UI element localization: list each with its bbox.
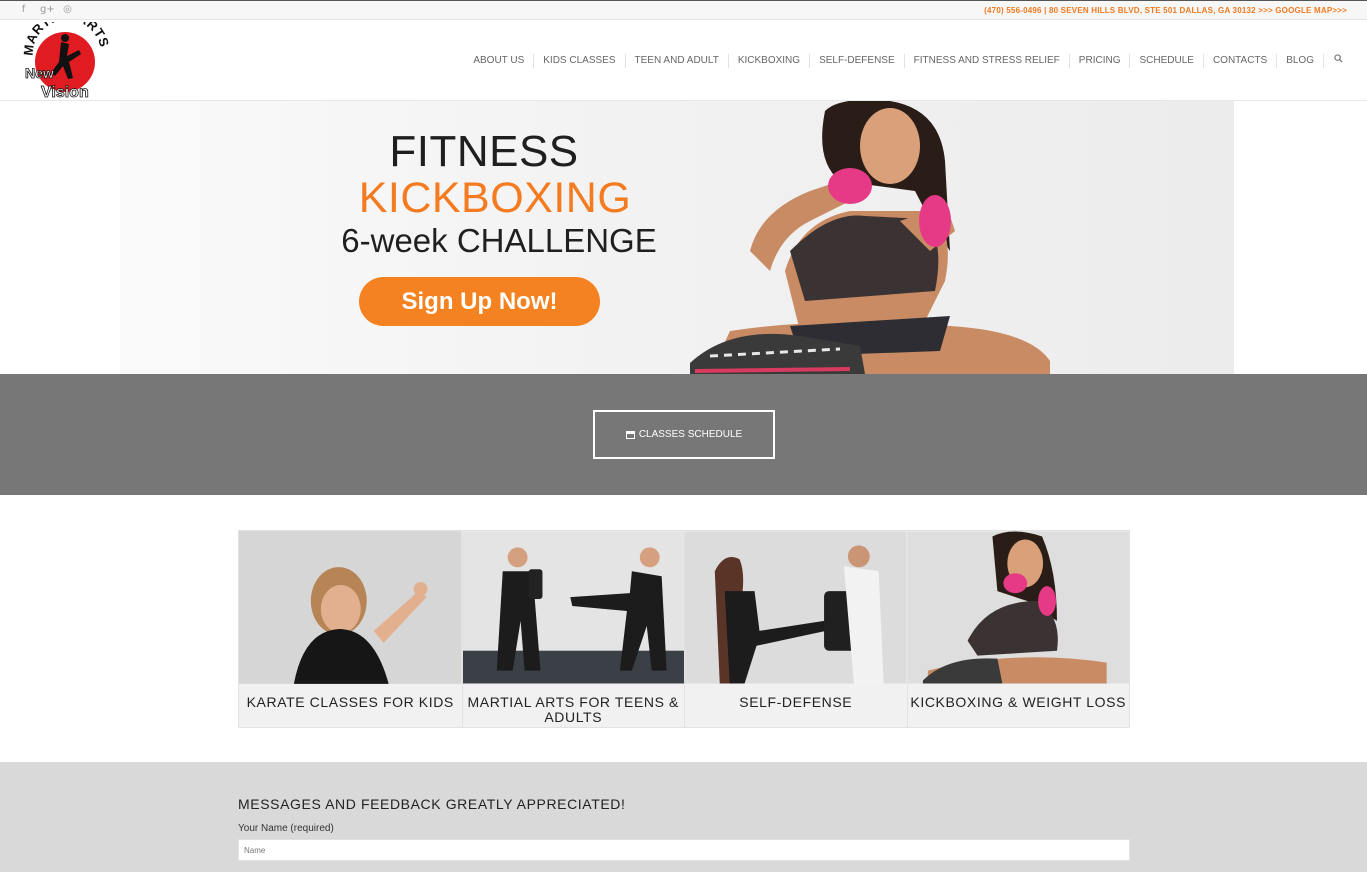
facebook-icon[interactable]: f	[18, 4, 29, 16]
sign-up-button[interactable]: Sign Up Now!	[359, 277, 600, 326]
card-teens-adults[interactable]: MARTIAL ARTS FOR TEENS & ADULTS	[461, 531, 684, 727]
nav-pricing[interactable]: PRICING	[1068, 54, 1130, 68]
nav-contacts[interactable]: CONTACTS	[1202, 54, 1276, 68]
hero-title-fitness: FITNESS	[389, 127, 579, 176]
nav-blog[interactable]: BLOG	[1276, 54, 1323, 68]
calendar-icon	[625, 430, 635, 439]
nav-about-us[interactable]: ABOUT US	[464, 54, 533, 68]
site-logo[interactable]: MARTIAL ARTS New Vision	[23, 22, 111, 100]
feedback-section: MESSAGES AND FEEDBACK GREATLY APPRECIATE…	[0, 762, 1367, 872]
nav-teen-and-adult[interactable]: TEEN AND ADULT	[624, 54, 728, 68]
kids-karate-photo	[239, 531, 462, 684]
card-title-teens-adults: MARTIAL ARTS FOR TEENS & ADULTS	[467, 694, 679, 725]
instagram-icon[interactable]: ◎	[62, 4, 73, 16]
search-icon[interactable]	[1323, 54, 1343, 68]
nav-kickboxing[interactable]: KICKBOXING	[727, 54, 809, 68]
nav-schedule[interactable]: SCHEDULE	[1129, 54, 1202, 68]
logo-word-vision: Vision	[41, 84, 89, 100]
card-kids-karate[interactable]: KARATE CLASSES FOR KIDS	[239, 531, 462, 727]
hero-banner[interactable]: FITNESS KICKBOXING 6-week CHALLENGE Sign…	[0, 101, 1367, 374]
card-title-self-defense: SELF-DEFENSE	[739, 694, 853, 710]
contact-info-link[interactable]: (470) 556-0496 | 80 SEVEN HILLS BLVD, ST…	[984, 6, 1347, 15]
site-header: MARTIAL ARTS New Vision ABOUT US KIDS CL…	[0, 20, 1367, 101]
hero-title-challenge: 6-week CHALLENGE	[341, 222, 657, 259]
kickboxing-photo	[907, 531, 1129, 684]
name-label: Your Name (required)	[238, 823, 334, 834]
google-plus-icon[interactable]: g+	[40, 4, 55, 16]
classes-schedule-button[interactable]: CLASSES SCHEDULE	[593, 410, 775, 459]
feedback-title: MESSAGES AND FEEDBACK GREATLY APPRECIATE…	[238, 796, 626, 812]
teens-adults-photo	[462, 531, 684, 684]
top-bar: f g+ ◎ (470) 556-0496 | 80 SEVEN HILLS B…	[0, 0, 1367, 20]
card-self-defense[interactable]: SELF-DEFENSE	[684, 531, 907, 727]
logo-word-new: New	[25, 65, 54, 81]
nav-fitness-stress-relief[interactable]: FITNESS AND STRESS RELIEF	[903, 54, 1069, 68]
main-nav: ABOUT US KIDS CLASSES TEEN AND ADULT KIC…	[464, 54, 1343, 68]
program-cards: KARATE CLASSES FOR KIDS MARTIAL ARTS FOR…	[238, 530, 1130, 728]
card-title-kids: KARATE CLASSES FOR KIDS	[246, 694, 454, 710]
social-links: f g+ ◎	[18, 4, 73, 16]
nav-kids-classes[interactable]: KIDS CLASSES	[533, 54, 624, 68]
schedule-band: CLASSES SCHEDULE	[0, 374, 1367, 495]
name-input[interactable]	[238, 839, 1130, 861]
classes-schedule-label: CLASSES SCHEDULE	[638, 429, 743, 440]
card-title-kickboxing: KICKBOXING & WEIGHT LOSS	[910, 694, 1127, 710]
hero-title-kickboxing: KICKBOXING	[358, 174, 632, 222]
card-kickboxing[interactable]: KICKBOXING & WEIGHT LOSS	[906, 531, 1129, 727]
hero-kickboxer-photo	[690, 101, 1050, 374]
self-defense-photo	[685, 531, 907, 684]
nav-self-defense[interactable]: SELF-DEFENSE	[809, 54, 904, 68]
